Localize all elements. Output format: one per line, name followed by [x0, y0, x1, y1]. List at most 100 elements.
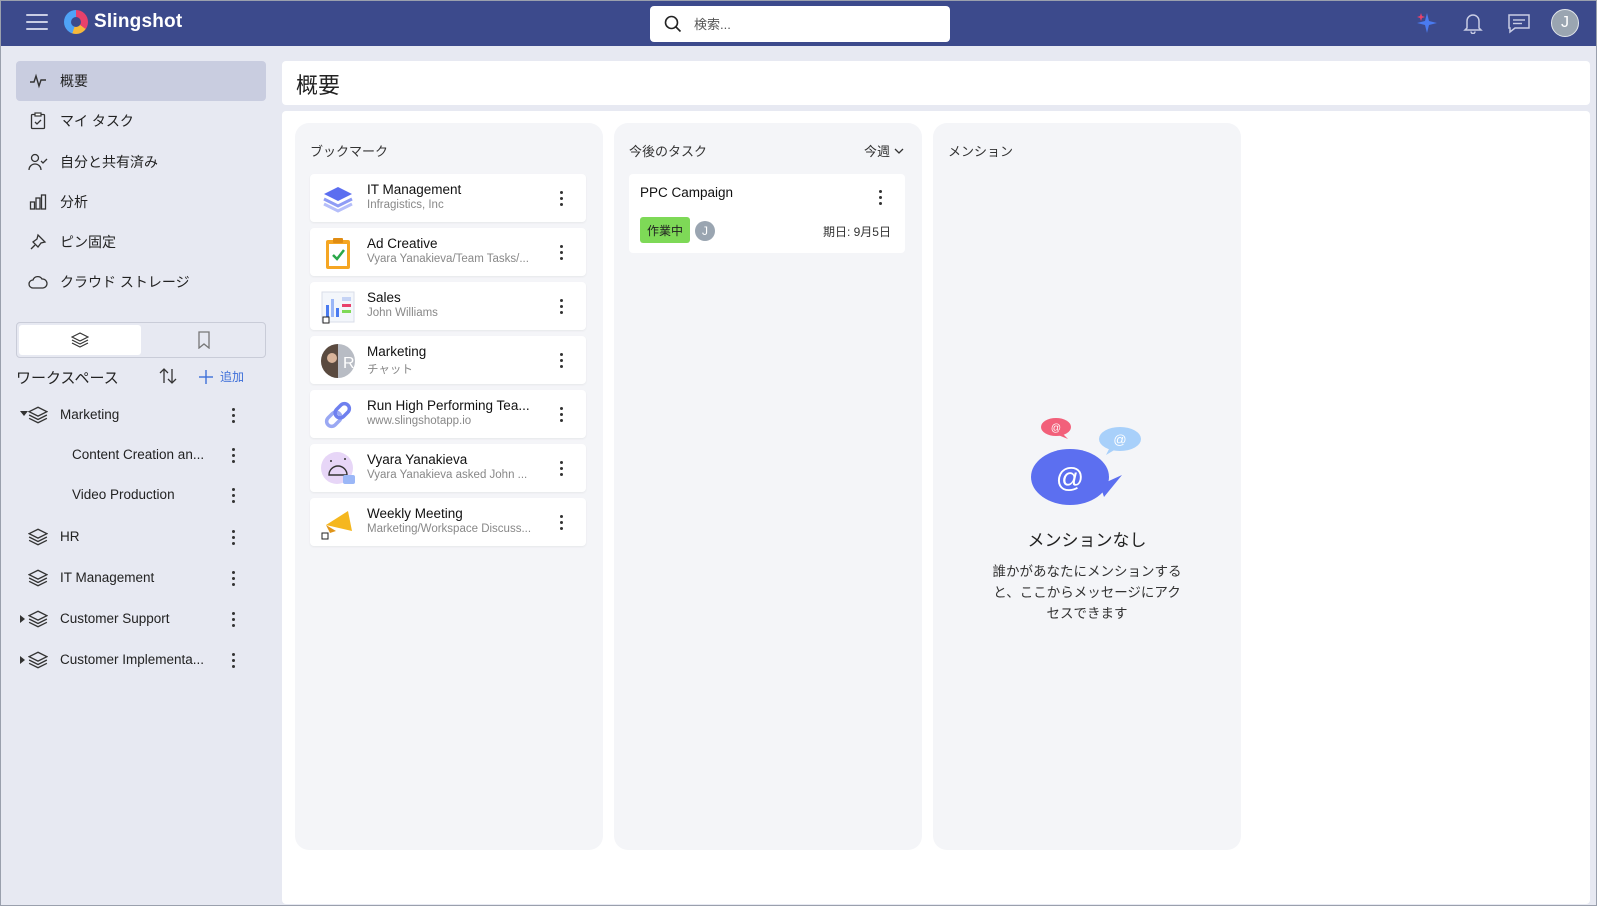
layers-icon: [28, 569, 48, 587]
workspace-item-content-creation[interactable]: Content Creation an...: [16, 439, 266, 471]
caret-right-icon[interactable]: [20, 615, 25, 623]
workspace-label: Customer Support: [60, 611, 170, 626]
assignee-avatar: J: [695, 221, 715, 241]
more-options-icon[interactable]: [224, 608, 242, 630]
caret-right-icon[interactable]: [20, 656, 25, 664]
workspaces-title: ワークスペース: [16, 369, 119, 387]
bookmarks-panel: ブックマーク IT Management Infragistics, Inc A…: [295, 123, 603, 850]
message-avatar-icon: [321, 452, 355, 484]
mentions-panel: メンション @ @ @ メンションなし 誰かがあなたにメンションすると、ここから…: [933, 123, 1241, 850]
workspace-item-hr[interactable]: HR: [16, 521, 266, 553]
mention-symbol: @: [1113, 432, 1126, 447]
bookmark-card[interactable]: IT Management Infragistics, Inc: [310, 174, 586, 222]
svg-text:R: R: [343, 355, 355, 372]
user-avatar[interactable]: J: [1551, 9, 1579, 37]
bookmark-subtitle: www.slingshotapp.io: [367, 415, 472, 427]
task-clipboard-icon: [326, 238, 350, 269]
more-options-icon[interactable]: [224, 526, 242, 548]
sparkle-icon[interactable]: [1413, 9, 1441, 37]
sort-icon[interactable]: [158, 366, 178, 389]
workspace-layers-icon: [323, 187, 353, 213]
more-options-icon[interactable]: [552, 349, 570, 371]
more-options-icon[interactable]: [552, 403, 570, 425]
more-options-icon[interactable]: [224, 484, 242, 506]
bookmark-card[interactable]: Ad Creative Vyara Yanakieva/Team Tasks/.…: [310, 228, 586, 276]
more-options-icon[interactable]: [552, 187, 570, 209]
bookmark-title: Run High Performing Tea...: [367, 398, 530, 413]
bookmark-subtitle: Vyara Yanakieva asked John ...: [367, 469, 528, 481]
mention-bubbles-icon: @ @ @: [1031, 418, 1141, 505]
search-box[interactable]: [650, 6, 950, 42]
workspace-label: Marketing: [60, 407, 120, 422]
tab-bookmarks[interactable]: [143, 323, 265, 357]
workspace-item-customer-support[interactable]: Customer Support: [16, 603, 266, 635]
bookmark-card[interactable]: Vyara Yanakieva Vyara Yanakieva asked Jo…: [310, 444, 586, 492]
upcoming-tasks-panel: 今後のタスク 今週 PPC Campaign 作業中 J 期日: 9月5日: [614, 123, 922, 850]
chat-icon[interactable]: [1505, 9, 1533, 37]
status-badge: 作業中: [640, 217, 691, 243]
caret-down-icon[interactable]: [20, 411, 28, 416]
tab-workspaces[interactable]: [19, 325, 141, 355]
app-logo[interactable]: Slingshot: [64, 10, 182, 34]
workspace-bookmark-toggle: [16, 322, 266, 358]
bar-chart-icon: [28, 192, 48, 212]
more-options-icon[interactable]: [552, 457, 570, 479]
more-options-icon[interactable]: [552, 511, 570, 533]
panel-title: ブックマーク: [310, 144, 389, 159]
bookmark-card[interactable]: R Marketing チャット: [310, 336, 586, 384]
search-input[interactable]: [694, 16, 924, 32]
slingshot-logo-icon: [64, 10, 88, 34]
bookmark-title: Sales: [367, 290, 401, 305]
nav-item-my-tasks[interactable]: マイ タスク: [16, 101, 266, 141]
more-options-icon[interactable]: [224, 567, 242, 589]
nav-item-analytics[interactable]: 分析: [16, 182, 266, 222]
workspace-item-marketing[interactable]: Marketing: [16, 399, 266, 431]
bookmark-subtitle: Infragistics, Inc: [367, 199, 444, 211]
more-options-icon[interactable]: [224, 404, 242, 426]
workspace-label: IT Management: [60, 570, 155, 585]
nav-item-pinned[interactable]: ピン固定: [16, 222, 266, 262]
bookmark-card[interactable]: Weekly Meeting Marketing/Workspace Discu…: [310, 498, 586, 546]
bell-icon[interactable]: [1459, 9, 1487, 37]
workspace-label: HR: [60, 529, 80, 544]
add-workspace-button[interactable]: 追加: [198, 368, 244, 385]
bookmark-card[interactable]: Sales John Williams: [310, 282, 586, 330]
menu-icon[interactable]: [26, 14, 48, 32]
panel-title: メンション: [948, 144, 1014, 159]
task-title: PPC Campaign: [640, 185, 734, 200]
bookmark-subtitle: Marketing/Workspace Discuss...: [367, 523, 532, 535]
workspace-item-video-production[interactable]: Video Production: [16, 479, 266, 511]
megaphone-icon: [321, 511, 352, 540]
bookmark-icon: [198, 331, 210, 349]
more-options-icon[interactable]: [224, 444, 242, 466]
more-options-icon[interactable]: [552, 295, 570, 317]
chat-avatar-icon: R: [321, 344, 355, 378]
nav-item-cloud-storage[interactable]: クラウド ストレージ: [16, 262, 266, 302]
nav-item-label: 概要: [60, 73, 88, 89]
panel-title: 今後のタスク: [629, 144, 708, 159]
activity-icon: [28, 71, 48, 91]
nav-item-overview[interactable]: 概要: [16, 61, 266, 101]
week-filter-label: 今週: [863, 144, 890, 159]
app-name: Slingshot: [94, 11, 183, 32]
bookmark-subtitle: John Williams: [367, 307, 438, 319]
workspace-item-customer-implementation[interactable]: Customer Implementa...: [16, 644, 266, 676]
task-card[interactable]: PPC Campaign 作業中 J 期日: 9月5日: [629, 174, 905, 253]
bookmark-subtitle: Vyara Yanakieva/Team Tasks/...: [367, 253, 529, 265]
more-options-icon[interactable]: [871, 186, 889, 208]
layers-icon: [28, 651, 48, 669]
layers-icon: [28, 528, 48, 546]
more-options-icon[interactable]: [552, 241, 570, 263]
dashboard-thumbnail-icon: [321, 291, 355, 324]
week-filter-dropdown[interactable]: 今週: [864, 141, 904, 160]
workspace-item-it-management[interactable]: IT Management: [16, 562, 266, 594]
nav-item-shared-with-me[interactable]: 自分と共有済み: [16, 142, 266, 182]
workspace-label: Video Production: [72, 487, 175, 502]
bookmark-card[interactable]: Run High Performing Tea... www.slingshot…: [310, 390, 586, 438]
bookmark-title: IT Management: [367, 182, 462, 197]
user-check-icon: [28, 152, 48, 172]
cloud-icon: [28, 272, 48, 292]
more-options-icon[interactable]: [224, 649, 242, 671]
pin-icon: [28, 232, 48, 252]
nav-item-label: 分析: [60, 194, 88, 210]
